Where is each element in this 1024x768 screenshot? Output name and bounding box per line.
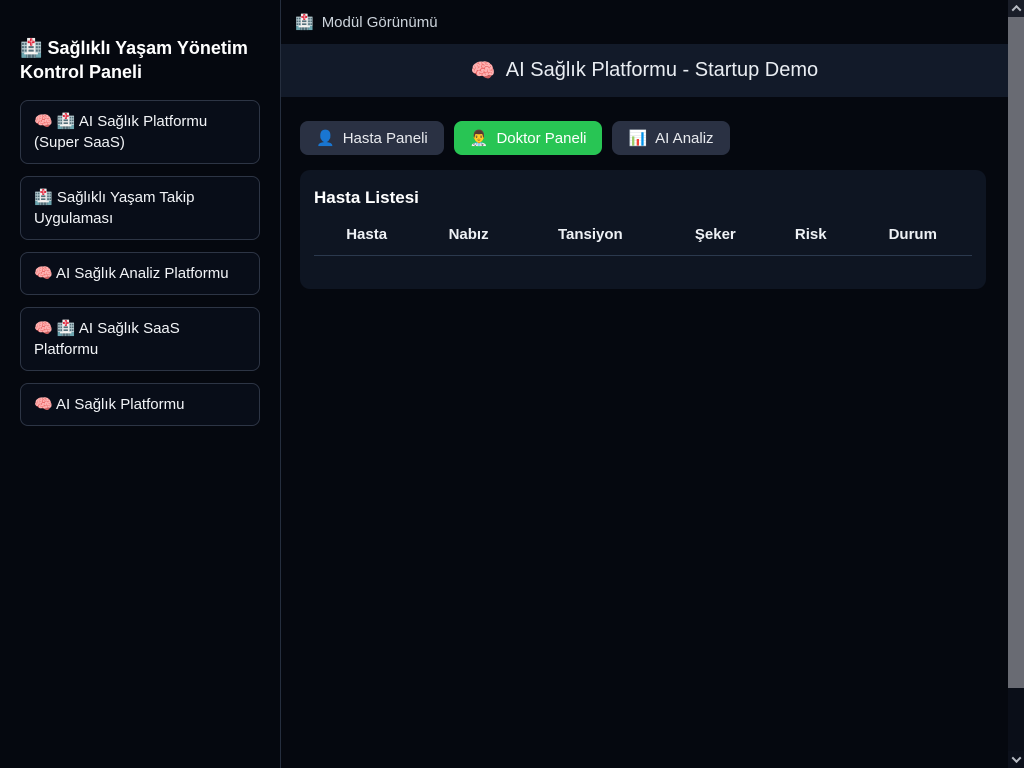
column-header-risk: Risk — [768, 226, 854, 256]
patient-list-card: Hasta Listesi Hasta Nabız Tansiyon Şeker… — [300, 170, 986, 289]
main-area: 🏥 Modül Görünümü 🧠 AI Sağlık Platformu -… — [281, 0, 1008, 768]
module-list: 🧠 🏥 AI Sağlık Platformu (Super SaaS) 🏥 S… — [20, 100, 260, 426]
tab-label: Hasta Paneli — [343, 130, 428, 147]
page-header: 🧠 AI Sağlık Platformu - Startup Demo — [281, 44, 1008, 97]
sidebar-title-text: Sağlıklı Yaşam Yönetim Kontrol Paneli — [20, 38, 248, 82]
chevron-down-icon — [1011, 753, 1021, 763]
column-header-tansiyon: Tansiyon — [518, 226, 663, 256]
tab-hasta-paneli[interactable]: 👤 Hasta Paneli — [300, 121, 444, 155]
sidebar-item-ai-saglik-platformu[interactable]: 🧠 AI Sağlık Platformu — [20, 383, 260, 426]
sidebar: 🏥 Sağlıklı Yaşam Yönetim Kontrol Paneli … — [0, 0, 281, 768]
tab-doktor-paneli[interactable]: 👨‍⚕️ Doktor Paneli — [454, 121, 603, 155]
brain-icon: 🧠 — [34, 396, 53, 413]
hospital-icon: 🏥 — [295, 13, 314, 31]
sidebar-item-ai-saglik-saas-platformu[interactable]: 🧠 🏥 AI Sağlık SaaS Platformu — [20, 307, 260, 371]
content: 👤 Hasta Paneli 👨‍⚕️ Doktor Paneli 📊 AI A… — [281, 97, 1008, 289]
sidebar-item-label: AI Sağlık Platformu — [56, 396, 184, 413]
sidebar-item-ai-saglik-platformu-super-saas[interactable]: 🧠 🏥 AI Sağlık Platformu (Super SaaS) — [20, 100, 260, 164]
module-view-label: Modül Görünümü — [322, 14, 438, 31]
column-header-seker: Şeker — [663, 226, 768, 256]
hospital-icon: 🏥 — [20, 38, 42, 58]
patient-table: Hasta Nabız Tansiyon Şeker Risk Durum — [314, 226, 972, 256]
hospital-icon: 🏥 — [34, 189, 53, 206]
sidebar-title: 🏥 Sağlıklı Yaşam Yönetim Kontrol Paneli — [20, 36, 260, 84]
page-title: AI Sağlık Platformu - Startup Demo — [506, 59, 818, 82]
scroll-up-button[interactable] — [1008, 0, 1024, 17]
bar-chart-icon: 📊 — [628, 129, 647, 147]
tab-label: AI Analiz — [655, 130, 713, 147]
tab-label: Doktor Paneli — [496, 130, 586, 147]
column-header-hasta: Hasta — [314, 226, 419, 256]
brain-hospital-icon: 🧠 🏥 — [34, 113, 76, 130]
module-view-bar: 🏥 Modül Görünümü — [281, 0, 1008, 44]
sidebar-item-ai-saglik-analiz-platformu[interactable]: 🧠 AI Sağlık Analiz Platformu — [20, 252, 260, 295]
patient-list-title: Hasta Listesi — [314, 188, 972, 208]
column-header-nabiz: Nabız — [419, 226, 518, 256]
doctor-icon: 👨‍⚕️ — [470, 129, 489, 147]
vertical-scrollbar[interactable] — [1008, 0, 1024, 768]
column-header-durum: Durum — [854, 226, 973, 256]
sidebar-item-label: AI Sağlık Analiz Platformu — [56, 265, 229, 282]
scroll-down-button[interactable] — [1008, 751, 1024, 768]
scrollbar-thumb[interactable] — [1008, 17, 1024, 688]
patient-icon: 👤 — [316, 129, 335, 147]
patient-table-header-row: Hasta Nabız Tansiyon Şeker Risk Durum — [314, 226, 972, 256]
app-root: 🏥 Sağlıklı Yaşam Yönetim Kontrol Paneli … — [0, 0, 1024, 768]
chevron-up-icon — [1011, 5, 1021, 15]
brain-hospital-icon: 🧠 🏥 — [34, 320, 76, 337]
brain-icon: 🧠 — [471, 58, 496, 83]
sidebar-item-saglikli-yasam-takip-uygulamasi[interactable]: 🏥 Sağlıklı Yaşam Takip Uygulaması — [20, 176, 260, 240]
sidebar-item-label: Sağlıklı Yaşam Takip Uygulaması — [34, 189, 194, 227]
tab-bar: 👤 Hasta Paneli 👨‍⚕️ Doktor Paneli 📊 AI A… — [300, 121, 986, 155]
brain-icon: 🧠 — [34, 265, 53, 282]
tab-ai-analiz[interactable]: 📊 AI Analiz — [612, 121, 729, 155]
